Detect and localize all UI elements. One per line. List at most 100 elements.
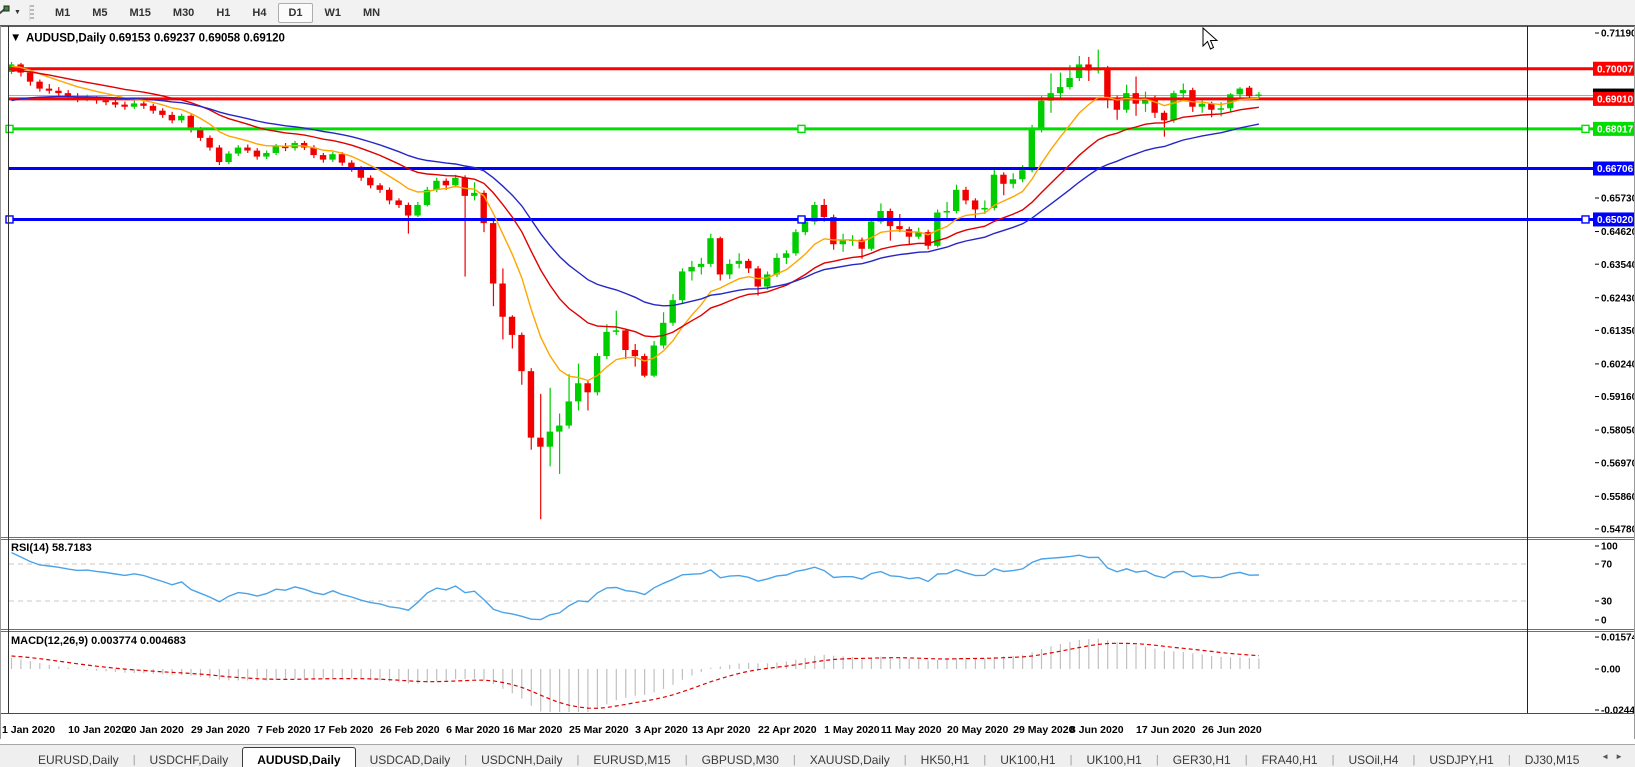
price-tick-label: 0.63540	[1601, 260, 1635, 271]
candle-body	[584, 383, 591, 393]
candle-body	[26, 72, 34, 82]
date-tick-label: 25 Mar 2020	[569, 724, 629, 736]
tool-dropdown-caret-icon[interactable]: ▼	[14, 9, 21, 16]
timeframe-button-m1[interactable]: M1	[45, 3, 80, 23]
candle-body	[367, 177, 374, 186]
chart-area[interactable]: 0.691200.700070.690100.680170.667060.650…	[0, 26, 1635, 739]
candle-body	[556, 425, 563, 432]
candle-body	[1217, 108, 1224, 110]
candle-body	[537, 437, 544, 447]
level-price-badge-label: 0.68017	[1597, 124, 1634, 135]
date-tick-label: 10 Jan 2020	[68, 724, 127, 736]
candle-body	[206, 137, 213, 148]
chart-background	[0, 26, 1635, 739]
candle-body	[1075, 64, 1083, 79]
chart-tab-usdchf-daily[interactable]: USDCHF,Daily	[136, 749, 243, 767]
price-tick-label: 0.56970	[1601, 458, 1635, 469]
tab-scroll-left-icon: ◄	[1601, 752, 1616, 761]
candle-body	[1019, 170, 1026, 180]
candle-body	[130, 103, 138, 107]
timeframe-button-h4[interactable]: H4	[242, 3, 276, 23]
line-drag-handle[interactable]	[797, 215, 806, 224]
candle-body	[45, 88, 53, 91]
level-price-badge-label: 0.69010	[1597, 94, 1634, 105]
candle-body	[1104, 68, 1111, 98]
chart-tab-eurusd-m15[interactable]: EURUSD,M15	[579, 749, 684, 767]
chart-tab-eurusd-daily[interactable]: EURUSD,Daily	[24, 749, 133, 767]
chart-tab-fra40-h1[interactable]: FRA40,H1	[1248, 749, 1332, 767]
date-tick-label: 29 May 2020	[1013, 724, 1074, 736]
chart-tab-gbpusd-m30[interactable]: GBPUSD,M30	[688, 749, 793, 767]
candle-body	[1160, 112, 1168, 121]
candle-body	[253, 150, 261, 157]
price-tick-label: 0.61350	[1601, 326, 1635, 337]
candle-body	[187, 115, 194, 130]
candle-body	[499, 283, 506, 317]
line-drag-handle[interactable]	[1581, 215, 1590, 224]
candle-body	[707, 238, 714, 264]
chart-tab-dj30-m15[interactable]: DJ30,M15	[1511, 749, 1594, 767]
candle-body	[575, 383, 582, 402]
date-tick-label: 6 Mar 2020	[446, 724, 500, 736]
line-drag-handle[interactable]	[5, 215, 14, 224]
candle-body	[962, 189, 969, 201]
candle-body	[263, 152, 270, 157]
chart-tab-usdcnh-daily[interactable]: USDCNH,Daily	[467, 749, 576, 767]
timeframe-buttons: M1 M5 M15 M30 H1 H4 D1 W1 MN	[44, 2, 391, 23]
cursor-tool-icon[interactable]	[0, 4, 12, 22]
date-tick-label: 11 May 2020	[881, 724, 942, 736]
rsi-tick-label: 100	[1601, 542, 1618, 553]
chart-tab-uk100-h1[interactable]: UK100,H1	[986, 749, 1069, 767]
tab-scroll-arrows[interactable]: ◄►	[1601, 752, 1629, 761]
timeframe-button-w1[interactable]: W1	[315, 3, 352, 23]
chart-tabs: EURUSD,Daily | USDCHF,Daily AUDUSD,Daily USD…	[0, 745, 1593, 767]
candle-body	[452, 177, 459, 186]
candle-body	[820, 204, 828, 218]
timeframe-button-m30[interactable]: M30	[163, 3, 204, 23]
candle-body	[1236, 88, 1243, 95]
date-tick-label: 1 Jan 2020	[2, 724, 55, 736]
candle-body	[36, 81, 43, 89]
chart-tab-audusd-daily[interactable]: AUDUSD,Daily	[242, 747, 356, 767]
toolbar-drag-grip[interactable]	[28, 4, 34, 21]
candle-body	[149, 105, 157, 111]
timeframe-button-h1[interactable]: H1	[206, 3, 240, 23]
price-tick-label: 0.62430	[1601, 293, 1635, 304]
line-drag-handle[interactable]	[5, 124, 14, 134]
timeframe-button-m15[interactable]: M15	[120, 3, 161, 23]
candle-body	[215, 147, 223, 163]
date-tick-label: 17 Feb 2020	[314, 724, 374, 736]
candle-body	[442, 180, 450, 186]
candle-body	[792, 232, 799, 254]
chart-tab-ger30-h1[interactable]: GER30,H1	[1159, 749, 1245, 767]
candle-body	[867, 221, 875, 249]
line-drag-handle[interactable]	[1581, 124, 1590, 134]
chart-tab-uk100-h1[interactable]: UK100,H1	[1072, 749, 1155, 767]
candle-body	[1056, 87, 1064, 94]
candle-body	[1123, 93, 1130, 110]
timeframe-button-d1[interactable]: D1	[278, 2, 313, 23]
timeframe-button-mn[interactable]: MN	[353, 3, 390, 23]
candle-body	[140, 103, 147, 106]
chart-tab-usoil-h4[interactable]: USOil,H4	[1334, 749, 1412, 767]
tab-scroll-right-icon: ►	[1615, 752, 1629, 761]
macd-tick-label: -0.02441	[1601, 706, 1635, 717]
chart-menu-caret-icon[interactable]: ▼	[10, 32, 21, 44]
candle-body	[1208, 103, 1215, 110]
chart-tab-hk50-h1[interactable]: HK50,H1	[907, 749, 984, 767]
candle-body	[641, 356, 648, 376]
chart-tab-usdcad-daily[interactable]: USDCAD,Daily	[356, 749, 465, 767]
candle-body	[981, 207, 988, 210]
candle-body	[716, 238, 724, 275]
candle-body	[225, 153, 232, 163]
candle-body	[735, 260, 743, 264]
chart-tab-xauusd-daily[interactable]: XAUUSD,Daily	[796, 749, 904, 767]
price-tick-label: 0.54780	[1601, 525, 1635, 536]
timeframe-button-m5[interactable]: M5	[82, 3, 117, 23]
chart-tab-usdjpy-h1[interactable]: USDJPY,H1	[1415, 749, 1507, 767]
candle-body	[338, 154, 346, 163]
line-drag-handle[interactable]	[797, 124, 806, 134]
candle-body	[905, 229, 913, 237]
candle-body	[1198, 103, 1206, 107]
candle-body	[1179, 90, 1187, 94]
